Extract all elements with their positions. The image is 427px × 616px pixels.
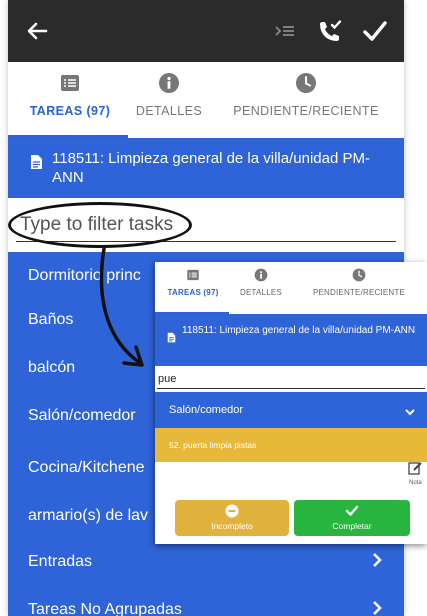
inset-task-header: 118511: Limpieza general de la villa/uni… (155, 314, 427, 366)
chevron-down-icon (404, 404, 416, 422)
inset-tab-detalles[interactable]: DETALLES (233, 268, 289, 297)
tab-detalles[interactable]: DETALLES (126, 72, 212, 118)
list-item[interactable]: Entradas (8, 538, 404, 586)
task-title: 118511: Limpieza general de la villa/uni… (182, 325, 416, 336)
tab-label: PENDIENTE/RECIENTE (233, 104, 379, 118)
list-item[interactable]: Tareas No Agrupadas (8, 586, 404, 616)
list-item-label: armario(s) de lav (28, 507, 149, 524)
inset-tab-pendiente-reciente[interactable]: PENDIENTE/RECIENTE (295, 268, 423, 297)
phone-check-icon[interactable] (317, 18, 343, 44)
tab-label: TAREAS (97) (167, 288, 219, 297)
incomplete-label: Incompleto (211, 521, 253, 531)
list-item-label: Entradas (28, 553, 93, 570)
list-icon (59, 72, 81, 94)
list-item-label: balcón (28, 359, 76, 376)
filter-area (8, 198, 404, 252)
task-title: 118511: Limpieza general de la villa/uni… (52, 150, 370, 186)
tab-label: DETALLES (240, 288, 282, 297)
inset-tab-tareas[interactable]: TAREAS (97) (159, 268, 227, 297)
info-icon (254, 268, 268, 282)
info-icon (158, 72, 180, 94)
edit-note-icon (408, 462, 422, 475)
curved-arrow-annotation (99, 247, 144, 367)
task-item-label: 52. puerta limpia pistas (169, 440, 257, 450)
tab-label: DETALLES (135, 104, 203, 118)
inset-screenshot: TAREAS (97) DETALLES PENDIENTE/RECIENTE … (155, 262, 427, 544)
list-item-label: Salón/comedor (28, 407, 136, 424)
group-label: Salón/comedor (169, 404, 243, 416)
tab-bar: TAREAS (97) DETALLES PENDIENTE/RECIENTE (8, 62, 404, 138)
clock-icon (352, 268, 366, 282)
task-group-row[interactable]: Salón/comedor (155, 392, 427, 428)
clock-icon (295, 72, 317, 94)
inset-filter-area (155, 366, 427, 392)
document-icon (30, 154, 43, 175)
note-button[interactable]: Nota (407, 460, 427, 490)
minus-circle-icon (225, 504, 239, 518)
highlight-ellipse-annotation (8, 202, 192, 248)
task-header: 118511: Limpieza general de la villa/uni… (8, 138, 404, 198)
filter-tasks-input[interactable] (157, 369, 425, 389)
list-item-label: Tareas No Agrupadas (28, 601, 182, 616)
tab-label: TAREAS (97) (29, 104, 111, 118)
list-item-label: Cocina/Kitchene (28, 459, 145, 476)
tab-pendiente-reciente[interactable]: PENDIENTE/RECIENTE (216, 72, 396, 118)
chevron-right-icon (370, 600, 384, 616)
tab-label: PENDIENTE/RECIENTE (312, 288, 406, 297)
complete-label: Completar (332, 521, 372, 531)
chevron-right-icon (370, 552, 384, 573)
list-item-label: Baños (28, 311, 74, 328)
complete-button[interactable]: Completar (294, 500, 410, 536)
indent-list-icon[interactable] (272, 18, 298, 44)
document-icon (167, 330, 176, 348)
back-arrow-icon[interactable] (24, 18, 50, 44)
inset-tab-bar: TAREAS (97) DETALLES PENDIENTE/RECIENTE (155, 262, 427, 314)
tab-tareas[interactable]: TAREAS (97) (18, 72, 122, 118)
note-label: Nota (409, 480, 422, 486)
top-app-bar (8, 0, 404, 62)
checkmark-icon (345, 504, 359, 518)
checkmark-icon[interactable] (362, 18, 388, 44)
incomplete-button[interactable]: Incompleto (175, 500, 289, 536)
list-icon (186, 268, 200, 282)
task-item-row[interactable]: 52. puerta limpia pistas (155, 428, 427, 462)
